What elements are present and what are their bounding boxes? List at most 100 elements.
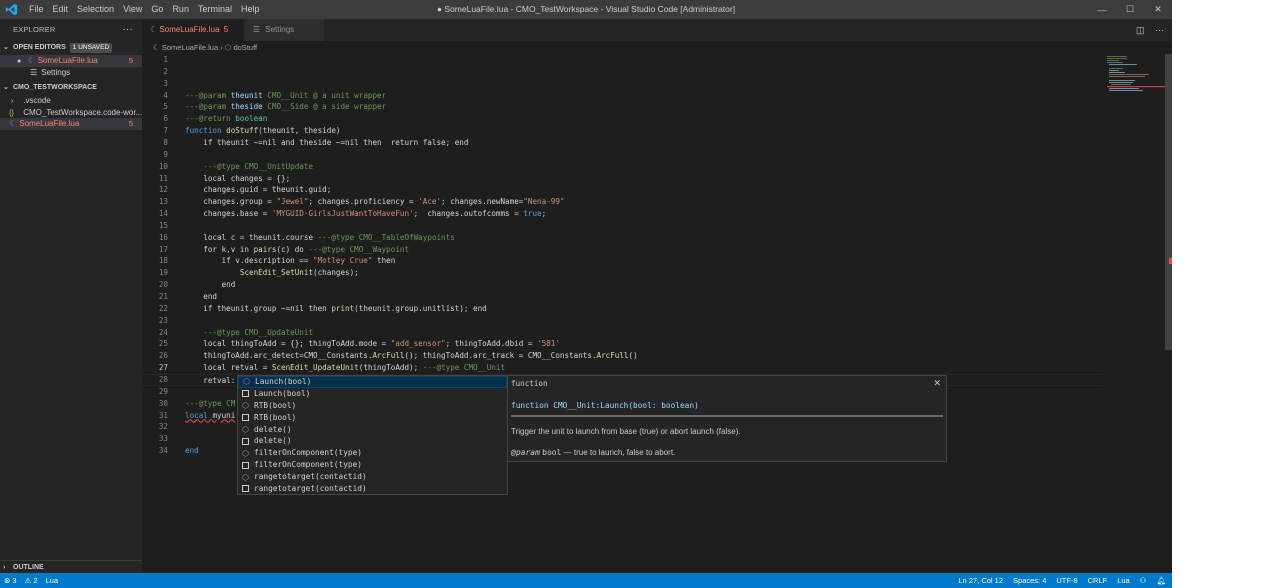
close-button[interactable]: ✕ (1144, 0, 1172, 19)
suggestion-item[interactable]: ⬡ RTB(bool) (238, 400, 507, 412)
menu-selection[interactable]: Selection (74, 0, 117, 19)
file-item-someluafile[interactable]: ☾ SomeLuaFile.lua 5 (0, 118, 142, 130)
tab-settings[interactable]: ☰ Settings (245, 19, 325, 41)
maximize-button[interactable]: ☐ (1116, 0, 1144, 19)
workspace-section[interactable]: ⌄ CMO_TESTWORKSPACE (0, 81, 142, 95)
notifications-bell-icon[interactable]: 🔔︎ (1156, 573, 1166, 588)
breadcrumb-symbol[interactable]: doStuff (233, 43, 257, 52)
code-line-7: if theunit ~=nil and theside ~=nil then … (185, 137, 469, 147)
code-line-23: ---@type CMO__UpdateUnit (185, 327, 314, 337)
minimize-button[interactable]: — (1088, 0, 1116, 19)
menu-file[interactable]: File (26, 0, 47, 19)
suggestion-label: delete() (254, 424, 292, 434)
details-param: @param bool — true to launch, false to a… (511, 448, 675, 457)
suggestion-item[interactable]: rangetotarget(contactid) (238, 483, 507, 495)
suggestion-label: RTB(bool) (254, 412, 297, 422)
lua-file-icon: ☾ (150, 25, 158, 34)
open-editor-item-settings[interactable]: ☰ Settings (0, 67, 142, 79)
minimize-icon: — (1097, 4, 1107, 15)
suggestion-item[interactable]: ⬡ filterOnComponent(type) (238, 447, 507, 459)
line-number: 3 (142, 78, 172, 90)
lua-file-icon: ☾ (27, 56, 36, 65)
line-number-text: 3 (163, 78, 168, 88)
method-icon: ⬡ (242, 472, 249, 482)
menu-terminal[interactable]: Terminal (195, 0, 235, 19)
line-number: 32 (142, 421, 172, 433)
open-editor-item-someluafile[interactable]: ● ☾ SomeLuaFile.lua 5 (0, 55, 142, 67)
code-line-16: for k,v in pairs(c) do ---@type CMO__Way… (185, 244, 410, 254)
suggestion-item[interactable]: delete() (238, 435, 507, 447)
menu-view[interactable]: View (120, 0, 145, 19)
workspace-title: CMO_TESTWORKSPACE (13, 84, 97, 91)
menu-edit[interactable]: Edit (50, 0, 72, 19)
chevron-down-icon: ⌄ (3, 84, 9, 91)
unsaved-badge: 1 UNSAVED (69, 43, 113, 53)
suggestion-item[interactable]: ⬡ delete() (238, 424, 507, 436)
split-editor-icon[interactable]: ◫ (1136, 25, 1145, 35)
menu-help[interactable]: Help (238, 0, 263, 19)
suggestion-label: Launch(bool) (254, 388, 311, 398)
method-icon: ⬡ (242, 425, 249, 434)
lua-server-status[interactable]: Lua (46, 573, 59, 588)
line-number: 23 (142, 315, 172, 327)
breadcrumb-file[interactable]: SomeLuaFile.lua (162, 43, 218, 52)
method-icon: ⬡ (243, 377, 250, 387)
suggestion-label: filterOnComponent(type) (254, 448, 362, 458)
menu-run[interactable]: Run (169, 0, 192, 19)
settings-file-icon: ☰ (30, 67, 38, 77)
menu-bar: File Edit Selection View Go Run Terminal… (26, 0, 265, 19)
suggestion-item[interactable]: Launch(bool) (238, 388, 507, 400)
title-bar: File Edit Selection View Go Run Terminal… (0, 0, 1172, 19)
text-icon (242, 414, 249, 422)
suggestion-label: Launch(bool) (255, 377, 312, 386)
indentation[interactable]: Spaces: 4 (1013, 573, 1046, 588)
file-item-workspace[interactable]: {} CMO_TestWorkspace.code-wor... (0, 107, 142, 119)
tab-problem-count: 5 (223, 25, 229, 34)
language-mode[interactable]: Lua (1117, 573, 1130, 588)
line-number-text: 9 (163, 149, 168, 159)
code-line-4: ---@param theside CMO__Side @ a side wra… (185, 102, 387, 112)
suggestion-item[interactable]: ⬡ Launch(bool) (238, 376, 507, 388)
details-close-icon[interactable]: ✕ (933, 378, 941, 389)
suggestion-label: delete() (254, 436, 292, 446)
suggestion-item[interactable]: ⬡ rangetotarget(contactid) (238, 471, 507, 483)
folder-label: .vscode (23, 96, 51, 105)
code-line-5: ---@return boolean (185, 114, 268, 124)
folder-item-vscode[interactable]: › .vscode (0, 95, 142, 107)
close-icon: ✕ (1154, 4, 1162, 14)
end-of-line[interactable]: CRLF (1088, 573, 1108, 588)
chevron-right-icon: › (11, 98, 14, 105)
status-bar: ⊗ 3 ⚠ 2 Lua Ln 27, Col 12 Spaces: 4 UTF-… (0, 573, 1172, 588)
more-actions-icon[interactable]: ··· (122, 19, 133, 41)
code-editor[interactable]: 1 2 3 4 5 6 7 8 9 10 11 12 13 14 15 16 17 18 19 20 21 22 23 24 2… (142, 54, 1102, 573)
suggestion-label: rangetotarget(contactid) (254, 472, 367, 482)
code-line-11: changes.guid = theunit.guid; (185, 185, 332, 195)
code-line-13: changes.base = 'MYGUID-GirlsJustWantToHa… (185, 209, 547, 218)
code-line-26: local retval = ScenEdit_UpdateUnit(thing… (185, 363, 506, 373)
details-doc: Trigger the unit to launch from base (tr… (511, 427, 741, 436)
dirty-dot-icon[interactable]: ● (17, 58, 21, 65)
encoding[interactable]: UTF-8 (1056, 573, 1077, 588)
outline-section[interactable]: › OUTLINE (0, 560, 142, 574)
suggestion-item[interactable]: RTB(bool) (238, 412, 507, 424)
open-editor-label: SomeLuaFile.lua (37, 56, 98, 65)
code-line-6: function doStuff(theunit, theside) (185, 126, 341, 136)
vertical-scrollbar[interactable] (1165, 54, 1172, 350)
minimap[interactable] (1107, 54, 1165, 94)
errors-indicator[interactable]: ⊗ 3 (4, 573, 17, 588)
cursor-position[interactable]: Ln 27, Col 12 (958, 573, 1003, 588)
open-editors-section[interactable]: ⌄ OPEN EDITORS 1 UNSAVED (0, 41, 142, 55)
tab-someluafile[interactable]: ☾ SomeLuaFile.lua 5 (142, 19, 244, 41)
more-actions-icon[interactable]: ··· (1155, 25, 1164, 35)
live-share-icon[interactable]: ⚇ (1140, 573, 1147, 588)
settings-file-icon: ☰ (253, 25, 261, 34)
tab-label: Settings (265, 25, 295, 34)
line-number: 29 (142, 386, 172, 398)
suggestion-label: RTB(bool) (254, 400, 297, 410)
menu-go[interactable]: Go (148, 0, 166, 19)
suggestion-item[interactable]: filterOnComponent(type) (238, 459, 507, 471)
suggest-widget: ⬡ Launch(bool) Launch(bool) ⬡ RTB(bool) RTB(b… (237, 375, 508, 495)
warnings-indicator[interactable]: ⚠ 2 (25, 573, 38, 588)
json-file-icon: {} (9, 107, 15, 117)
line-number-text: 23 (158, 315, 168, 325)
